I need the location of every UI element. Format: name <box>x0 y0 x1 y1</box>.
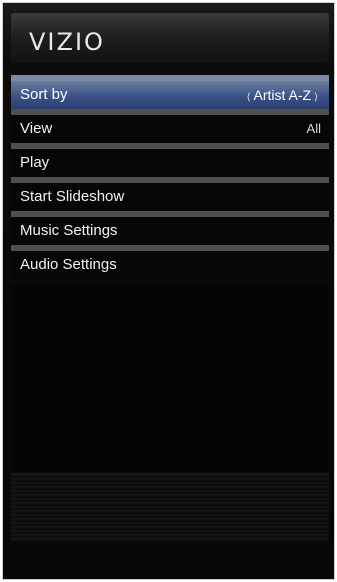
menu-item-label: Start Slideshow <box>20 188 125 205</box>
menu-item-label: View <box>20 120 53 137</box>
menu-empty-area <box>11 285 329 475</box>
view-value: All <box>306 121 321 136</box>
menu-item-label: Audio Settings <box>20 256 117 273</box>
sort-by-selected-value: Artist A-Z <box>253 87 312 103</box>
menu-item-label: Sort by <box>20 86 68 103</box>
brand-header: VIZIO <box>11 13 329 63</box>
footer-bar <box>3 541 334 579</box>
options-menu: Sort by ⟨ Artist A-Z ⟩ View All Play Start… <box>11 75 329 279</box>
menu-item-play[interactable]: Play <box>11 143 329 177</box>
menu-item-label: Music Settings <box>20 222 118 239</box>
menu-item-start-slideshow[interactable]: Start Slideshow <box>11 177 329 211</box>
info-panel <box>11 473 329 544</box>
menu-item-sort-by[interactable]: Sort by ⟨ Artist A-Z ⟩ <box>11 75 329 109</box>
chevron-left-icon[interactable]: ⟨ <box>247 92 251 103</box>
tv-menu-panel: VIZIO Sort by ⟨ Artist A-Z ⟩ View All Play… <box>2 2 335 580</box>
vizio-logo: VIZIO <box>29 28 105 56</box>
menu-item-view[interactable]: View All <box>11 109 329 143</box>
chevron-right-icon[interactable]: ⟩ <box>314 92 318 103</box>
menu-item-audio-settings[interactable]: Audio Settings <box>11 245 329 279</box>
menu-item-label: Play <box>20 154 50 171</box>
sort-by-value: ⟨ Artist A-Z ⟩ <box>244 81 321 112</box>
menu-item-music-settings[interactable]: Music Settings <box>11 211 329 245</box>
